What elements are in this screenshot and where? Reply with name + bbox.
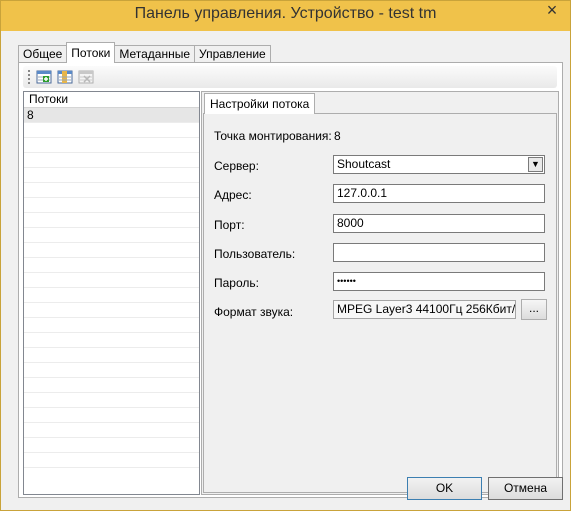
close-button[interactable]: × xyxy=(540,1,564,21)
list-item-empty xyxy=(24,423,199,438)
stream-settings-page: Точка монтирования: 8 Сервер: Shoutcast … xyxy=(203,113,557,493)
list-item-empty xyxy=(24,243,199,258)
list-item-empty xyxy=(24,153,199,168)
list-item-empty xyxy=(24,168,199,183)
audio-format-browse-button[interactable]: ... xyxy=(521,299,547,320)
list-item-empty xyxy=(24,228,199,243)
list-item-empty xyxy=(24,288,199,303)
list-item-empty xyxy=(24,333,199,348)
title-bar[interactable]: Панель управления. Устройство - test tm … xyxy=(1,1,570,31)
user-label: Пользователь: xyxy=(214,247,296,261)
server-label: Сервер: xyxy=(214,159,259,173)
list-item[interactable]: 8 xyxy=(24,108,199,123)
list-item-empty xyxy=(24,273,199,288)
stream-settings-pane: Настройки потока Точка монтирования: 8 С… xyxy=(201,91,559,495)
dialog-window: Панель управления. Устройство - test tm … xyxy=(0,0,571,511)
port-field[interactable]: 8000 xyxy=(333,214,545,233)
address-label: Адрес: xyxy=(214,188,252,202)
main-tabs: Общее Потоки Метаданные Управление xyxy=(18,41,271,63)
delete-stream-icon[interactable] xyxy=(78,69,94,85)
list-item-empty xyxy=(24,453,199,468)
list-item-empty xyxy=(24,438,199,453)
edit-stream-icon[interactable] xyxy=(57,69,73,85)
tab-metadata[interactable]: Метаданные xyxy=(114,45,195,63)
list-item-empty xyxy=(24,348,199,363)
list-item-empty xyxy=(24,258,199,273)
address-field[interactable]: 127.0.0.1 xyxy=(333,184,545,203)
streams-list[interactable]: Потоки 8 xyxy=(23,91,200,495)
streams-page: Потоки 8 Настройки потока Точка монтиров… xyxy=(18,62,563,498)
mount-point-label: Точка монтирования: xyxy=(214,129,332,143)
streams-column-header[interactable]: Потоки xyxy=(24,92,199,108)
list-item-empty xyxy=(24,363,199,378)
mount-point-value: 8 xyxy=(334,129,341,143)
tab-stream-settings[interactable]: Настройки потока xyxy=(204,93,316,114)
list-item-empty xyxy=(24,183,199,198)
dialog-client: Общее Потоки Метаданные Управление Поток… xyxy=(8,32,563,502)
window-title: Панель управления. Устройство - test tm xyxy=(134,5,437,22)
server-select-value: Shoutcast xyxy=(337,157,391,171)
tab-streams[interactable]: Потоки xyxy=(66,42,116,63)
chevron-down-icon[interactable]: ▼ xyxy=(528,157,543,172)
password-label: Пароль: xyxy=(214,276,259,290)
password-field[interactable]: •••••• xyxy=(333,272,545,291)
list-item-empty xyxy=(24,198,199,213)
ok-button[interactable]: OK xyxy=(407,477,482,500)
add-stream-icon[interactable] xyxy=(36,69,52,85)
list-item-empty xyxy=(24,213,199,228)
list-item-empty xyxy=(24,123,199,138)
list-item-empty xyxy=(24,378,199,393)
list-item-empty xyxy=(24,318,199,333)
user-field[interactable] xyxy=(333,243,545,262)
tab-general[interactable]: Общее xyxy=(18,45,68,63)
list-item-empty xyxy=(24,393,199,408)
cancel-button[interactable]: Отмена xyxy=(488,477,563,500)
server-select[interactable]: Shoutcast ▼ xyxy=(333,155,545,174)
list-item-empty xyxy=(24,408,199,423)
streams-toolbar xyxy=(23,66,557,88)
port-label: Порт: xyxy=(214,218,245,232)
audio-format-label: Формат звука: xyxy=(214,305,294,319)
audio-format-field: MPEG Layer3 44100Гц 256Кбит/с st xyxy=(333,300,516,319)
list-item-empty xyxy=(24,138,199,153)
list-item-empty xyxy=(24,303,199,318)
tab-control[interactable]: Управление xyxy=(194,45,271,63)
toolbar-grip[interactable] xyxy=(28,70,32,84)
